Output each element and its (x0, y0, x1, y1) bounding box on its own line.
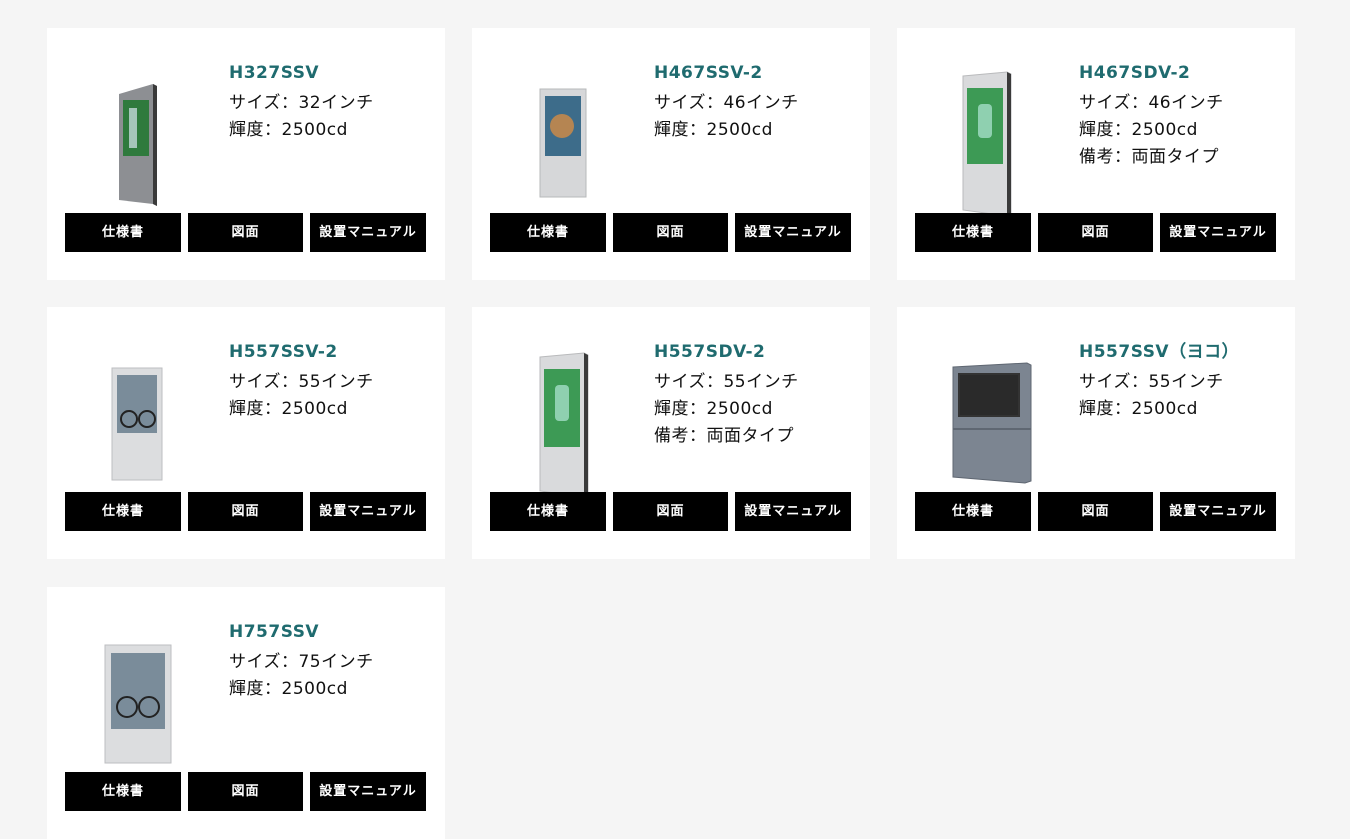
product-spec-brightness: 輝度：2500cd (1079, 399, 1198, 419)
document-buttons: 仕様書 図面 設置マニュアル (915, 492, 1276, 531)
product-model: H557SSV（ヨコ） (1079, 342, 1240, 362)
kiosk-image (927, 325, 1057, 497)
product-spec-size: サイズ：32インチ (229, 93, 374, 113)
product-card: H557SSV（ヨコ） サイズ：55インチ 輝度：2500cd 仕様書 図面 設… (897, 307, 1295, 559)
product-card: H757SSV サイズ：75インチ 輝度：2500cd 仕様書 図面 設置マニュ… (47, 587, 445, 839)
install-manual-button[interactable]: 設置マニュアル (735, 492, 851, 531)
product-model: H467SSV-2 (654, 63, 763, 83)
kiosk-image (77, 325, 207, 497)
product-spec-note: 備考：両面タイプ (1079, 147, 1219, 167)
product-spec-note: 備考：両面タイプ (654, 426, 794, 446)
kiosk-image (502, 46, 632, 218)
spec-sheet-button[interactable]: 仕様書 (915, 492, 1031, 531)
kiosk-image (77, 605, 207, 777)
product-spec-brightness: 輝度：2500cd (654, 399, 773, 419)
product-info: H557SSV（ヨコ） サイズ：55インチ 輝度：2500cd (1079, 341, 1289, 423)
install-manual-button[interactable]: 設置マニュアル (310, 772, 426, 811)
product-spec-size: サイズ：55インチ (654, 372, 799, 392)
document-buttons: 仕様書 図面 設置マニュアル (490, 492, 851, 531)
product-info: H467SDV-2 サイズ：46インチ 輝度：2500cd 備考：両面タイプ (1079, 62, 1289, 171)
kiosk-image (927, 46, 1057, 218)
drawing-button[interactable]: 図面 (188, 492, 303, 531)
product-spec-brightness: 輝度：2500cd (229, 399, 348, 419)
drawing-button[interactable]: 図面 (188, 213, 303, 252)
product-model: H557SSV-2 (229, 342, 338, 362)
product-card: H557SDV-2 サイズ：55インチ 輝度：2500cd 備考：両面タイプ 仕… (472, 307, 870, 559)
spec-sheet-button[interactable]: 仕様書 (490, 492, 606, 531)
product-model: H757SSV (229, 622, 320, 642)
product-info: H557SSV-2 サイズ：55インチ 輝度：2500cd (229, 341, 439, 423)
drawing-button[interactable]: 図面 (1038, 213, 1153, 252)
kiosk-image (502, 325, 632, 497)
drawing-button[interactable]: 図面 (1038, 492, 1153, 531)
install-manual-button[interactable]: 設置マニュアル (310, 492, 426, 531)
product-spec-size: サイズ：55インチ (1079, 372, 1224, 392)
drawing-button[interactable]: 図面 (613, 213, 728, 252)
document-buttons: 仕様書 図面 設置マニュアル (65, 772, 426, 811)
spec-sheet-button[interactable]: 仕様書 (915, 213, 1031, 252)
product-info: H327SSV サイズ：32インチ 輝度：2500cd (229, 62, 439, 144)
document-buttons: 仕様書 図面 設置マニュアル (65, 492, 426, 531)
install-manual-button[interactable]: 設置マニュアル (1160, 492, 1276, 531)
product-spec-size: サイズ：75インチ (229, 652, 374, 672)
product-info: H467SSV-2 サイズ：46インチ 輝度：2500cd (654, 62, 864, 144)
document-buttons: 仕様書 図面 設置マニュアル (915, 213, 1276, 252)
product-spec-brightness: 輝度：2500cd (229, 120, 348, 140)
spec-sheet-button[interactable]: 仕様書 (65, 213, 181, 252)
product-spec-size: サイズ：46インチ (654, 93, 799, 113)
product-spec-brightness: 輝度：2500cd (229, 679, 348, 699)
product-card: H467SSV-2 サイズ：46インチ 輝度：2500cd 仕様書 図面 設置マ… (472, 28, 870, 280)
product-spec-brightness: 輝度：2500cd (654, 120, 773, 140)
product-model: H467SDV-2 (1079, 63, 1191, 83)
product-info: H557SDV-2 サイズ：55インチ 輝度：2500cd 備考：両面タイプ (654, 341, 864, 450)
drawing-button[interactable]: 図面 (613, 492, 728, 531)
document-buttons: 仕様書 図面 設置マニュアル (65, 213, 426, 252)
install-manual-button[interactable]: 設置マニュアル (735, 213, 851, 252)
install-manual-button[interactable]: 設置マニュアル (310, 213, 426, 252)
product-spec-brightness: 輝度：2500cd (1079, 120, 1198, 140)
document-buttons: 仕様書 図面 設置マニュアル (490, 213, 851, 252)
drawing-button[interactable]: 図面 (188, 772, 303, 811)
spec-sheet-button[interactable]: 仕様書 (65, 492, 181, 531)
product-card: H467SDV-2 サイズ：46インチ 輝度：2500cd 備考：両面タイプ 仕… (897, 28, 1295, 280)
product-info: H757SSV サイズ：75インチ 輝度：2500cd (229, 621, 439, 703)
spec-sheet-button[interactable]: 仕様書 (490, 213, 606, 252)
product-spec-size: サイズ：46インチ (1079, 93, 1224, 113)
product-model: H327SSV (229, 63, 320, 83)
product-card: H557SSV-2 サイズ：55インチ 輝度：2500cd 仕様書 図面 設置マ… (47, 307, 445, 559)
install-manual-button[interactable]: 設置マニュアル (1160, 213, 1276, 252)
product-spec-size: サイズ：55インチ (229, 372, 374, 392)
product-model: H557SDV-2 (654, 342, 766, 362)
product-card: H327SSV サイズ：32インチ 輝度：2500cd 仕様書 図面 設置マニュ… (47, 28, 445, 280)
spec-sheet-button[interactable]: 仕様書 (65, 772, 181, 811)
kiosk-image (77, 46, 207, 218)
